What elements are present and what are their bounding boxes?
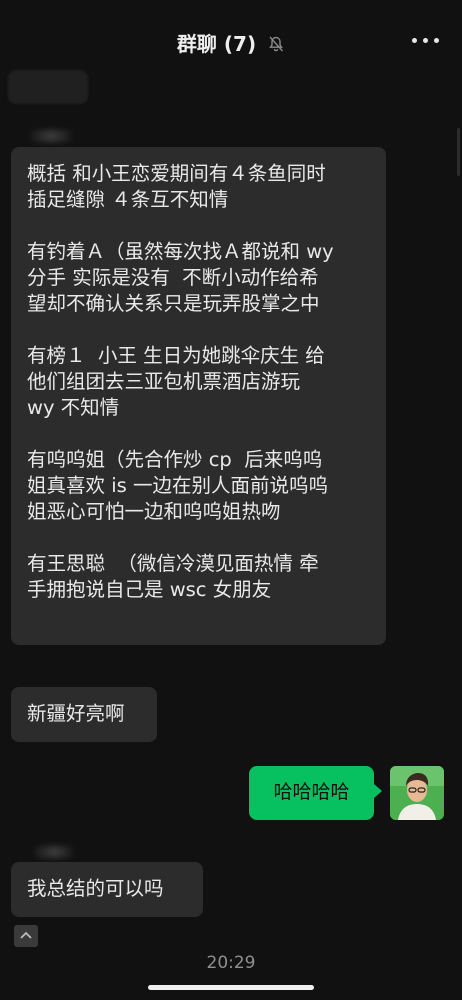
avatar[interactable] <box>390 766 444 820</box>
bell-slash-icon <box>269 36 284 52</box>
summary-paragraph: 有榜１ 小王 生日为她跳伞庆生 给 他们组团去三亚包机票酒店游玩 wy 不知情 <box>27 344 325 419</box>
message-text: 新疆好亮啊 <box>27 702 125 725</box>
blurred-previous-message <box>8 70 88 104</box>
message-text: 哈哈哈哈 <box>273 781 350 803</box>
outgoing-message-bubble[interactable]: 哈哈哈哈 <box>249 766 382 820</box>
blurred-sender-name <box>34 846 74 858</box>
chat-title: 群聊 (7) <box>176 32 257 56</box>
avatar-image <box>390 766 444 820</box>
chevron-up-icon[interactable] <box>14 925 38 947</box>
scroll-indicator[interactable] <box>457 128 460 176</box>
more-dots-icon[interactable] <box>412 34 440 48</box>
chat-title-wrap[interactable]: 群聊 (7) <box>0 28 462 57</box>
summary-paragraph: 有呜呜姐（先合作炒 cp 后来呜呜 姐真喜欢 is 一边在别人面前说呜呜 姐恶心… <box>27 448 328 523</box>
incoming-message-bubble[interactable]: 新疆好亮啊 <box>11 687 157 742</box>
summary-paragraph: 有钓着Ａ（虽然每次找Ａ都说和 wy 分手 实际是没有 不断小动作给希 望却不确认… <box>27 240 334 315</box>
incoming-message-bubble[interactable]: 我总结的可以吗 <box>11 862 203 917</box>
summary-message-bubble[interactable]: 概括 和小王恋爱期间有４条鱼同时 插足缝隙 ４条互不知情 有钓着Ａ（虽然每次找Ａ… <box>11 147 386 645</box>
summary-paragraph: 概括 和小王恋爱期间有４条鱼同时 插足缝隙 ４条互不知情 <box>27 162 326 211</box>
home-indicator[interactable] <box>148 985 314 990</box>
blurred-sender-name <box>30 130 72 142</box>
message-time: 20:29 <box>206 953 256 973</box>
message-text: 我总结的可以吗 <box>27 877 164 900</box>
summary-paragraph: 有王思聪 （微信冷漠见面热情 牵 手拥抱说自己是 wsc 女朋友 <box>27 552 319 601</box>
